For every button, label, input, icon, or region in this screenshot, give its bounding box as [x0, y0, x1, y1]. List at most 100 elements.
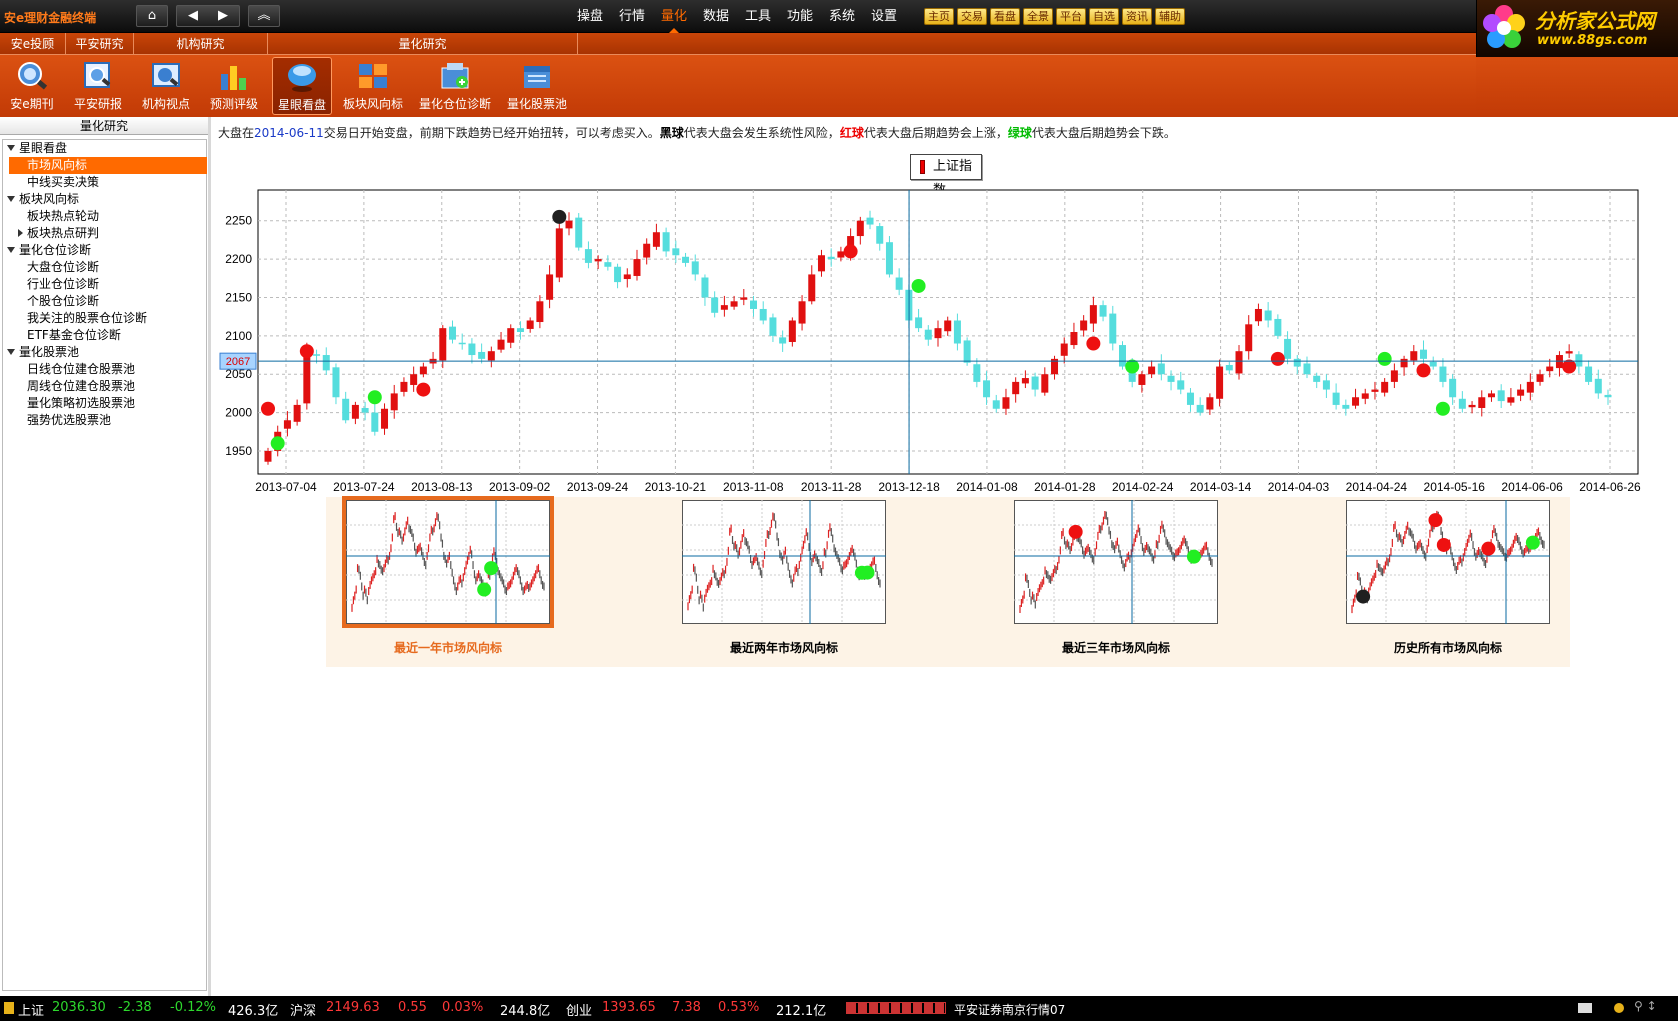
- quick-platform[interactable]: 平台: [1056, 8, 1086, 25]
- menu-item-gongju[interactable]: 工具: [740, 0, 776, 33]
- x-tick-label: 2013-09-02: [489, 480, 551, 494]
- tree-node-midterm-decision[interactable]: 中线买卖决策: [3, 174, 206, 191]
- candle-body: [594, 259, 602, 262]
- keyboard-icon[interactable]: [1578, 1003, 1592, 1013]
- tool-institution-view[interactable]: 机构视点: [134, 57, 198, 115]
- cy-pct: 0.53%: [718, 1000, 760, 1015]
- hs-amount: 244.8亿: [500, 1004, 551, 1019]
- tree-node-followed-position[interactable]: 我关注的股票仓位诊断: [3, 310, 206, 327]
- candle-body: [1468, 404, 1476, 408]
- tree-node-strong-pool[interactable]: 强势优选股票池: [3, 412, 206, 429]
- signal-description: 大盘在2014-06-11交易日开始变盘，前期下跌趋势已经开始扭转，可以考虑买入…: [218, 126, 1176, 140]
- candle-body: [1089, 305, 1097, 324]
- red-ball-marker: [1481, 541, 1496, 556]
- candle-body: [1478, 397, 1486, 408]
- y-tick-label: 2100: [225, 329, 252, 343]
- black-ball-marker: [552, 209, 567, 224]
- tree-node-market-position[interactable]: 大盘仓位诊断: [3, 259, 206, 276]
- thumb-label-2y[interactable]: 最近两年市场风向标: [682, 639, 886, 656]
- tree-node-position-diagnosis[interactable]: 量化仓位诊断: [3, 242, 206, 259]
- server-name[interactable]: 平安证券南京行情07: [954, 1001, 1065, 1018]
- tool-an-e-journal[interactable]: 安e期刊: [2, 57, 62, 115]
- tool-position-diagnosis[interactable]: 量化仓位诊断: [414, 57, 496, 115]
- menu-item-caopan[interactable]: 操盘: [572, 0, 608, 33]
- tree-node-stock-pool[interactable]: 量化股票池: [3, 344, 206, 361]
- forward-button[interactable]: ▶: [208, 6, 238, 26]
- expand-arrow-icon[interactable]: [7, 145, 15, 151]
- thumb-chart: [1346, 500, 1550, 624]
- candle-body: [934, 328, 942, 339]
- expand-arrow-icon[interactable]: [7, 247, 15, 253]
- candle-body: [1342, 404, 1350, 409]
- candle-body: [1381, 381, 1389, 393]
- status-flag-icon[interactable]: [4, 1002, 14, 1014]
- red-ball-marker: [1436, 537, 1451, 552]
- thumb-label-1y[interactable]: 最近一年市场风向标: [346, 639, 550, 656]
- tool-sector-indicator[interactable]: 板块风向标: [338, 57, 408, 115]
- candle-body: [808, 274, 816, 302]
- up-button[interactable]: ︽: [248, 5, 280, 27]
- collapsed-arrow-icon[interactable]: [18, 229, 23, 237]
- tree-node-sector-indicator[interactable]: 板块风向标: [3, 191, 206, 208]
- menu-item-lianghua[interactable]: 量化: [656, 0, 692, 33]
- main-chart[interactable]: 19502000205021002150220022502013-07-04 20…: [218, 186, 1648, 496]
- thumb-2y[interactable]: [682, 500, 886, 624]
- tool-pingan-report[interactable]: 平安研报: [66, 57, 130, 115]
- quick-panorama[interactable]: 全景: [1023, 8, 1053, 25]
- quick-news[interactable]: 资讯: [1122, 8, 1152, 25]
- tree-node-weekly-pool[interactable]: 周线仓位建仓股票池: [3, 378, 206, 395]
- thumb-1y[interactable]: [342, 496, 554, 628]
- tool-label: 安e期刊: [10, 97, 54, 111]
- signal-icon: ⚲ ↕: [1634, 999, 1657, 1013]
- menu-item-hangqing[interactable]: 行情: [614, 0, 650, 33]
- quick-trade[interactable]: 交易: [957, 8, 987, 25]
- notify-icon[interactable]: [1614, 1003, 1624, 1013]
- red-ball-label: 红球: [839, 126, 864, 140]
- thumb-all[interactable]: [1346, 500, 1550, 624]
- tree-node-stock-position[interactable]: 个股仓位诊断: [3, 293, 206, 310]
- red-ball-marker: [1416, 363, 1431, 378]
- position-diagnosis-icon: [441, 63, 469, 89]
- tree-node-strategy-pool[interactable]: 量化策略初选股票池: [3, 395, 206, 412]
- green-ball-marker: [911, 278, 926, 293]
- tool-forecast-rating[interactable]: 预测评级: [202, 57, 266, 115]
- thumb-3y[interactable]: [1014, 500, 1218, 624]
- expand-arrow-icon[interactable]: [7, 196, 15, 202]
- tree-node-market-indicator[interactable]: 市场风向标: [9, 157, 207, 174]
- candle-body: [468, 343, 476, 356]
- candle-body: [623, 274, 631, 280]
- x-tick-label: 2014-06-06: [1501, 480, 1563, 494]
- quick-watch[interactable]: 看盘: [990, 8, 1020, 25]
- menu-item-xitong[interactable]: 系统: [824, 0, 860, 33]
- thumb-label-all[interactable]: 历史所有市场风向标: [1346, 639, 1550, 656]
- candle-body: [672, 248, 680, 256]
- menu-item-gongneng[interactable]: 功能: [782, 0, 818, 33]
- quick-favorites[interactable]: 自选: [1089, 8, 1119, 25]
- tool-stock-pool[interactable]: 量化股票池: [502, 57, 572, 115]
- expand-arrow-icon[interactable]: [7, 349, 15, 355]
- tree-node-industry-position[interactable]: 行业仓位诊断: [3, 276, 206, 293]
- quick-assist[interactable]: 辅助: [1155, 8, 1185, 25]
- candle-body: [1177, 380, 1185, 390]
- candle-body: [1060, 343, 1068, 356]
- thumb-label-3y[interactable]: 最近三年市场风向标: [1014, 639, 1218, 656]
- candle-body: [788, 320, 796, 342]
- sh-amount: 426.3亿: [228, 1004, 279, 1019]
- tree-node-sector-analysis[interactable]: 板块热点研判: [3, 225, 206, 242]
- tree-node-star-eye[interactable]: 星眼看盘: [3, 140, 206, 157]
- back-button[interactable]: ◀: [178, 6, 208, 26]
- tool-star-eye[interactable]: 星眼看盘: [272, 57, 332, 115]
- tree-node-sector-rotation[interactable]: 板块热点轮动: [3, 208, 206, 225]
- menu-item-shezhi[interactable]: 设置: [866, 0, 902, 33]
- candle-body: [885, 242, 893, 275]
- quick-home[interactable]: 主页: [924, 8, 954, 25]
- candle-body: [351, 404, 359, 419]
- candle-body: [866, 217, 874, 225]
- candle-body: [303, 351, 311, 404]
- ribbon-extension: [1476, 57, 1678, 117]
- home-button[interactable]: ⌂: [136, 5, 168, 27]
- tree-node-daily-pool[interactable]: 日线仓位建仓股票池: [3, 361, 206, 378]
- candle-body: [1420, 349, 1428, 359]
- tree-node-etf-position[interactable]: ETF基金仓位诊断: [3, 327, 206, 344]
- menu-item-shuju[interactable]: 数据: [698, 0, 734, 33]
